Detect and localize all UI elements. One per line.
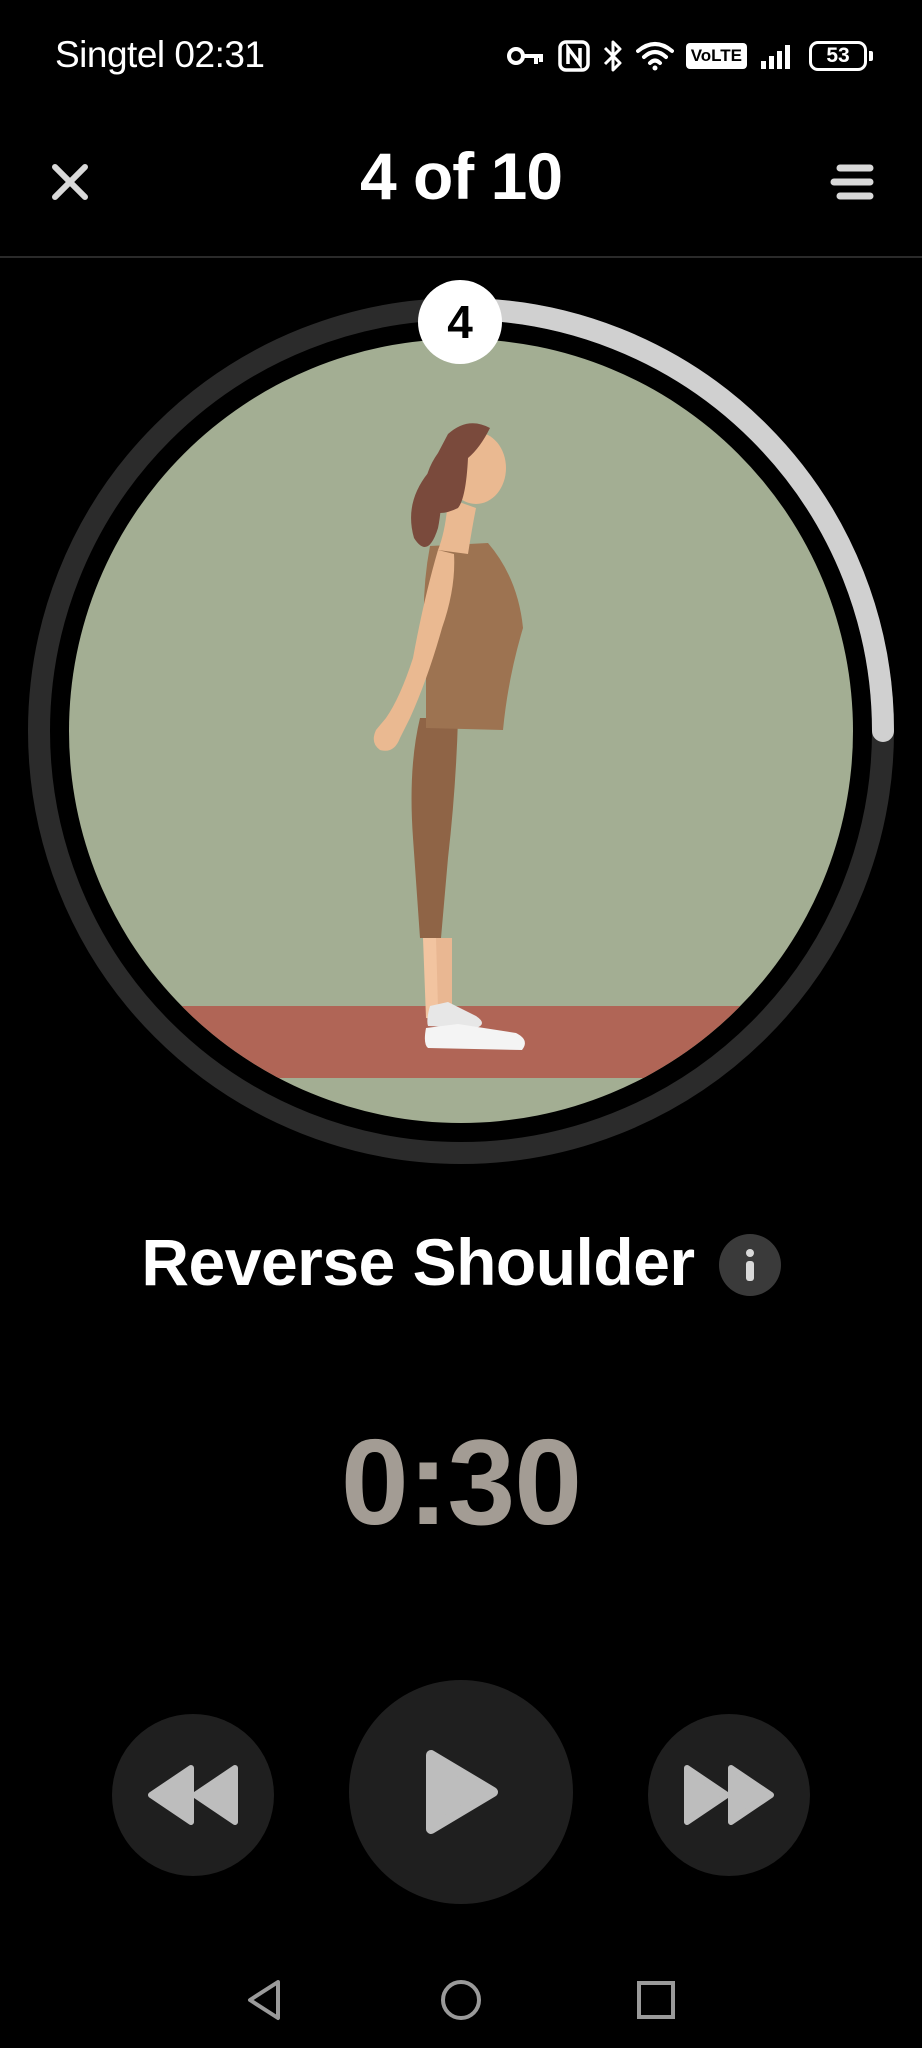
battery-icon: 53 xyxy=(809,41,873,71)
fast-forward-icon xyxy=(684,1765,774,1825)
menu-button[interactable] xyxy=(820,150,884,214)
exercise-title-row: Reverse Shoulder xyxy=(0,1222,922,1302)
home-circle-icon xyxy=(441,1980,481,2020)
exercise-timer: 0:30 xyxy=(340,1414,582,1550)
header: 4 of 10 xyxy=(0,110,922,258)
bluetooth-icon xyxy=(603,40,622,72)
system-nav-bar xyxy=(0,1950,922,2048)
signal-icon xyxy=(761,45,790,69)
recents-square-icon xyxy=(637,1981,675,2019)
volte-icon: VoLTE xyxy=(685,43,747,69)
back-triangle-icon xyxy=(248,1980,280,2020)
nav-back-button[interactable] xyxy=(234,1970,294,2030)
fast-forward-button[interactable] xyxy=(648,1714,810,1876)
status-icons: VoLTE 53 xyxy=(506,36,873,76)
rewind-button[interactable] xyxy=(112,1714,274,1876)
wifi-icon xyxy=(635,42,674,71)
carrier-time: Singtel 02:31 xyxy=(55,34,265,75)
menu-icon xyxy=(830,164,874,200)
page-title: 4 of 10 xyxy=(359,139,563,213)
exercise-progress-ring xyxy=(28,298,894,1164)
play-button[interactable] xyxy=(349,1680,573,1904)
rewind-icon xyxy=(148,1765,238,1825)
step-number-badge: 4 xyxy=(418,280,502,364)
info-icon xyxy=(745,1249,754,1281)
playback-controls xyxy=(0,1680,922,1910)
exercise-name: Reverse Shoulder xyxy=(141,1225,695,1299)
play-icon xyxy=(426,1750,498,1834)
status-bar: Singtel 02:31 VoLTE 53 xyxy=(0,0,922,110)
exercise-illustration xyxy=(28,298,894,1164)
nfc-icon xyxy=(557,40,590,72)
nav-home-button[interactable] xyxy=(431,1970,491,2030)
info-button[interactable] xyxy=(718,1234,781,1296)
key-icon xyxy=(506,47,543,65)
nav-recents-button[interactable] xyxy=(626,1970,686,2030)
